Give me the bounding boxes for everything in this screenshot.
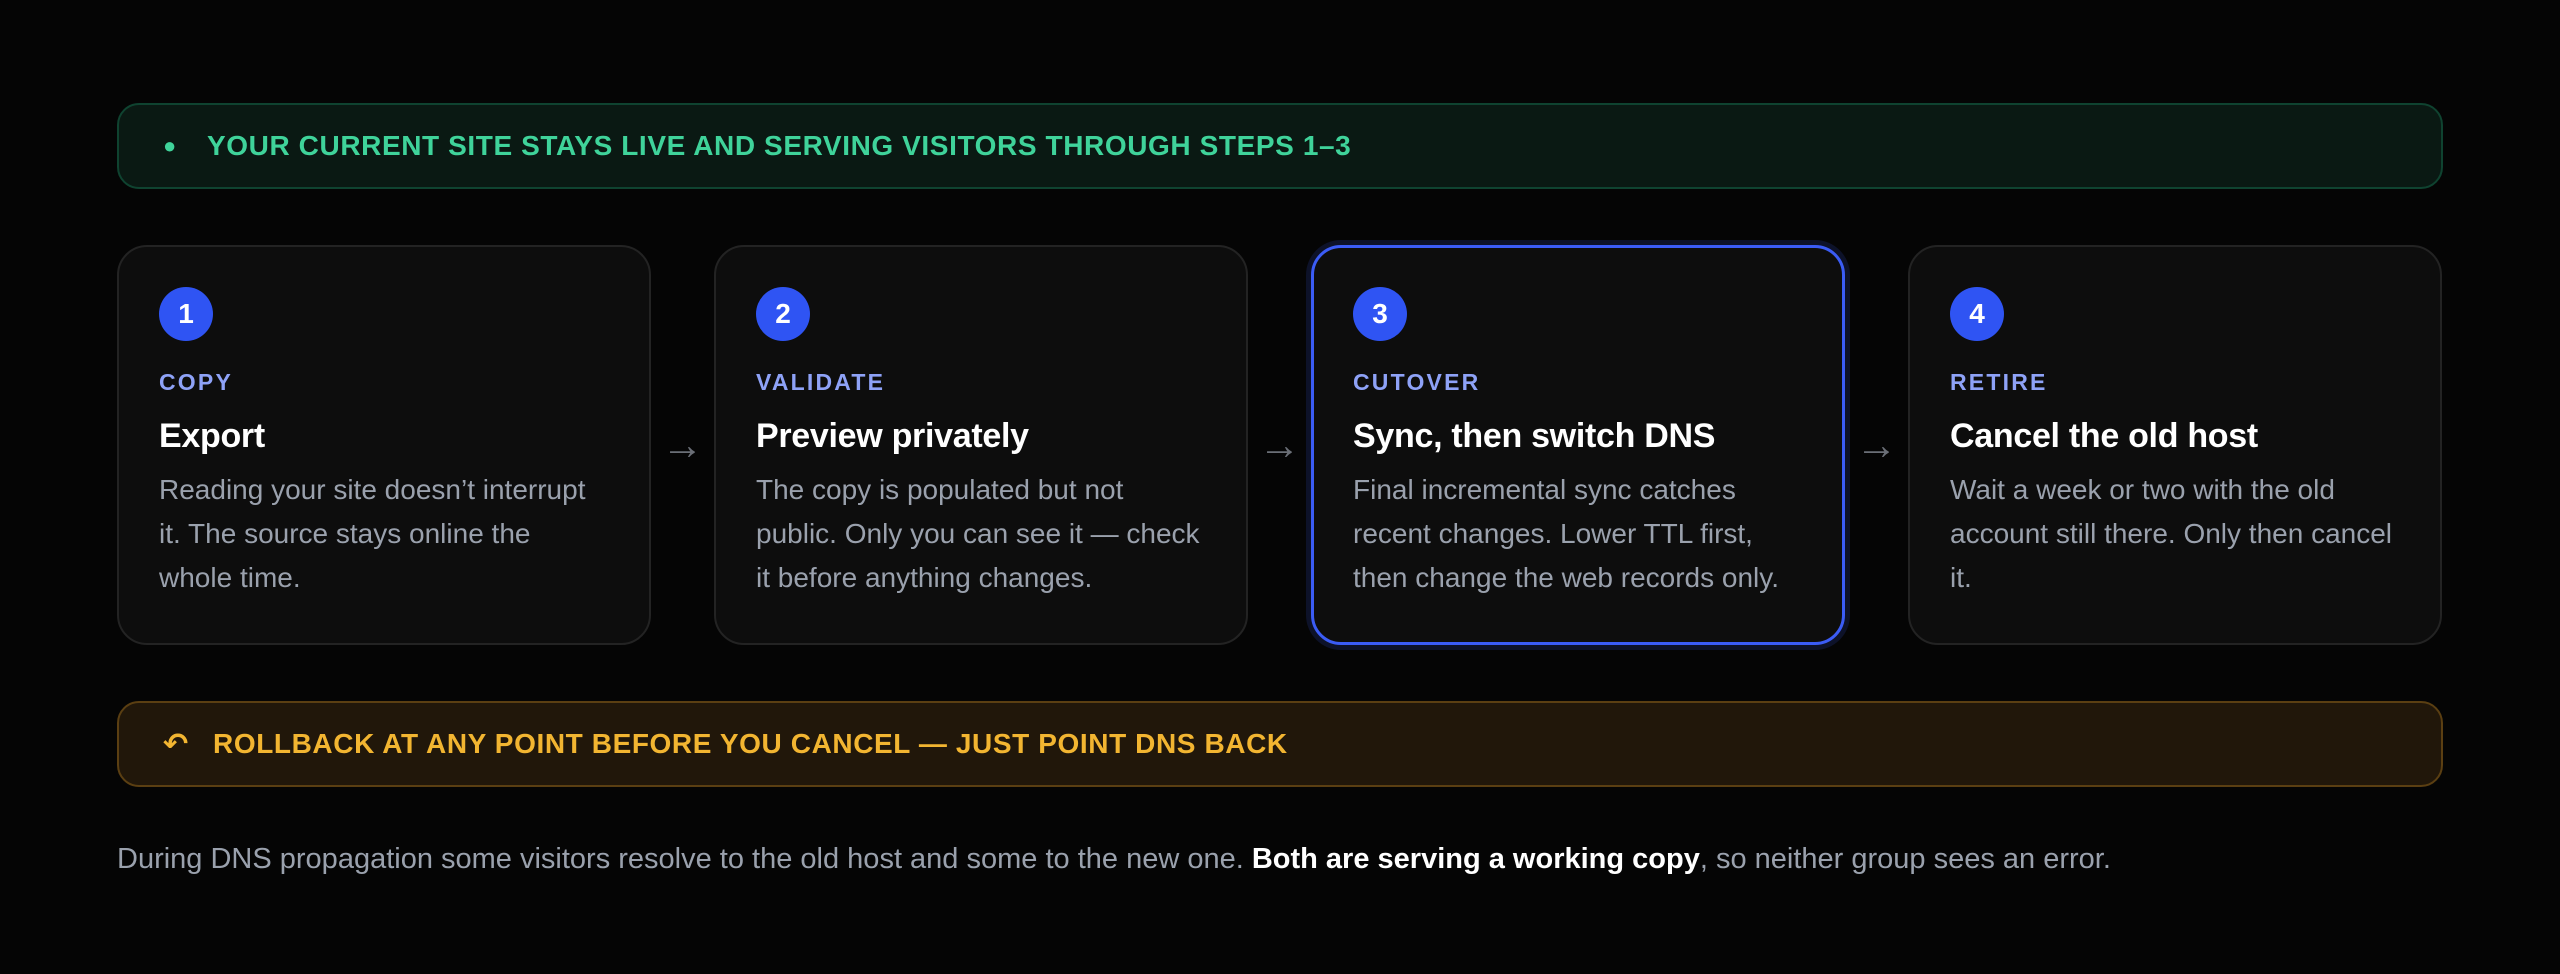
step-title: Preview privately bbox=[756, 417, 1029, 455]
steps-row: 1 COPY Export Reading your site doesn’t … bbox=[117, 245, 2443, 645]
step-number-badge: 4 bbox=[1950, 287, 2004, 341]
step-number-badge: 3 bbox=[1353, 287, 1407, 341]
step-card-validate: 2 VALIDATE Preview privately The copy is… bbox=[714, 245, 1248, 645]
step-title: Sync, then switch DNS bbox=[1353, 417, 1716, 455]
right-arrow-icon: → bbox=[1855, 421, 1898, 468]
step-phase-label: COPY bbox=[159, 369, 233, 395]
step-card-copy: 1 COPY Export Reading your site doesn’t … bbox=[117, 245, 651, 645]
step-phase-label: CUTOVER bbox=[1353, 369, 1481, 395]
rollback-banner: ↶ ROLLBACK AT ANY POINT BEFORE YOU CANCE… bbox=[117, 701, 2443, 787]
step-number-badge: 1 bbox=[159, 287, 213, 341]
right-arrow-icon: → bbox=[661, 421, 704, 468]
step-description: Final incremental sync catches recent ch… bbox=[1353, 474, 1779, 593]
step-description: Wait a week or two with the old account … bbox=[1950, 474, 2393, 593]
footnote-emphasis: Both are serving a working copy bbox=[1251, 843, 1700, 875]
step-title: Export bbox=[159, 417, 265, 455]
step-phase-label: RETIRE bbox=[1950, 369, 2048, 395]
step-description: The copy is populated but not public. On… bbox=[756, 474, 1200, 593]
footnote-text-after: , so neither group sees an error. bbox=[1699, 843, 2111, 875]
step-card-cutover: 3 CUTOVER Sync, then switch DNS Final in… bbox=[1311, 245, 1845, 645]
right-arrow-icon: → bbox=[1258, 421, 1301, 468]
migration-diagram: ● YOUR CURRENT SITE STAYS LIVE AND SERVI… bbox=[117, 103, 2443, 879]
dot-icon: ● bbox=[163, 133, 177, 158]
rollback-banner-text: ROLLBACK AT ANY POINT BEFORE YOU CANCEL … bbox=[213, 728, 1288, 759]
live-site-banner-text: YOUR CURRENT SITE STAYS LIVE AND SERVING… bbox=[207, 130, 1352, 161]
step-phase-label: VALIDATE bbox=[756, 369, 886, 395]
footnote-text-before: During DNS propagation some visitors res… bbox=[117, 843, 1252, 875]
step-number-badge: 2 bbox=[756, 287, 810, 341]
step-card-retire: 4 RETIRE Cancel the old host Wait a week… bbox=[1908, 245, 2442, 645]
step-description: Reading your site doesn’t interrupt it. … bbox=[159, 474, 586, 593]
step-title: Cancel the old host bbox=[1950, 417, 2258, 455]
dns-propagation-note: During DNS propagation some visitors res… bbox=[117, 839, 2443, 879]
live-site-banner: ● YOUR CURRENT SITE STAYS LIVE AND SERVI… bbox=[117, 103, 2443, 189]
undo-arrow-icon: ↶ bbox=[163, 727, 189, 761]
